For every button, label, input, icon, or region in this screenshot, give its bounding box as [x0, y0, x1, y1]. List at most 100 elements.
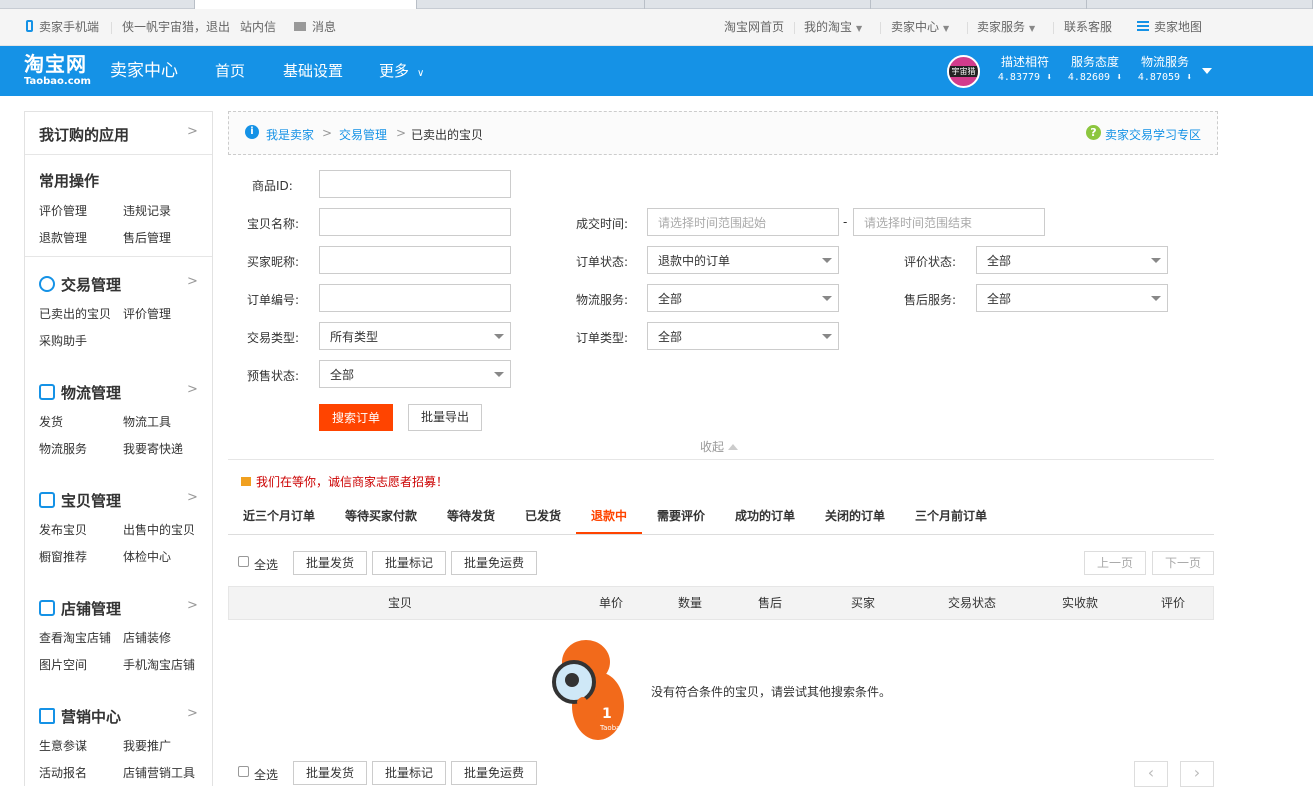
sidebar-apps-title[interactable]: 我订购的应用	[39, 124, 129, 145]
pager-prev-button[interactable]: ‹	[1134, 761, 1168, 787]
sidebar-item-purchase[interactable]: 采购助手	[39, 332, 87, 349]
breadcrumb-trade[interactable]: 交易管理	[339, 126, 387, 143]
select-all-checkbox[interactable]	[238, 556, 249, 567]
sidebar-goods-title[interactable]: 宝贝管理	[39, 490, 121, 511]
pager-next-button[interactable]: ›	[1180, 761, 1214, 787]
prev-page-button[interactable]: 上一页	[1084, 551, 1146, 575]
tab-successful[interactable]: 成功的订单	[735, 498, 795, 534]
nav-basic-settings[interactable]: 基础设置	[283, 46, 343, 96]
chevron-right-icon[interactable]: >	[187, 274, 198, 289]
messages-link[interactable]: 消息	[294, 9, 336, 46]
browser-tab[interactable]	[1087, 0, 1313, 9]
sidebar-item-health-check[interactable]: 体检中心	[123, 548, 171, 565]
breadcrumb-seller[interactable]: 我是卖家	[266, 126, 314, 143]
ratings-dropdown-icon[interactable]	[1202, 68, 1212, 74]
rating-value-row: 4.82609 ⬇	[1060, 70, 1130, 86]
batch-mark-button[interactable]: 批量标记	[372, 551, 446, 575]
sidebar-item-on-sale[interactable]: 出售中的宝贝	[123, 521, 195, 538]
order-no-input[interactable]	[319, 284, 511, 312]
search-orders-button[interactable]: 搜索订单	[319, 404, 393, 431]
chevron-right-icon[interactable]: >	[187, 598, 198, 613]
sidebar-item-decorate[interactable]: 店铺装修	[123, 629, 171, 646]
buyer-nick-input[interactable]	[319, 246, 511, 274]
sidebar-marketing-title[interactable]: 营销中心	[39, 706, 121, 727]
browser-tab[interactable]	[645, 0, 871, 9]
browser-tab[interactable]	[871, 0, 1087, 9]
sidebar-item-business-advisor[interactable]: 生意参谋	[39, 737, 87, 754]
tab-await-payment[interactable]: 等待买家付款	[345, 498, 417, 534]
batch-export-button[interactable]: 批量导出	[408, 404, 482, 431]
sidebar-item-send-express[interactable]: 我要寄快递	[123, 440, 183, 457]
help-zone-link[interactable]: 卖家交易学习专区	[1105, 126, 1201, 143]
my-taobao-menu[interactable]: 我的淘宝 ▼	[804, 9, 862, 46]
browser-tab[interactable]	[0, 0, 195, 9]
trade-type-select[interactable]: 所有类型	[319, 322, 511, 350]
batch-ship-button-bottom[interactable]: 批量发货	[293, 761, 367, 785]
breadcrumb-separator: >	[396, 126, 407, 140]
chevron-right-icon[interactable]: >	[187, 490, 198, 505]
item-name-input[interactable]	[319, 208, 511, 236]
nav-home[interactable]: 首页	[215, 46, 245, 96]
site-map-link[interactable]: 卖家地图	[1137, 9, 1202, 46]
batch-mark-button-bottom[interactable]: 批量标记	[372, 761, 446, 785]
seller-service-menu[interactable]: 卖家服务 ▼	[977, 9, 1035, 46]
after-sale-select[interactable]: 全部	[976, 284, 1168, 312]
batch-free-shipping-button-bottom[interactable]: 批量免运费	[451, 761, 537, 785]
sidebar-item-review-manage[interactable]: 评价管理	[123, 305, 171, 322]
chevron-right-icon[interactable]: >	[187, 706, 198, 721]
sidebar-item-mobile-shop[interactable]: 手机淘宝店铺	[123, 656, 195, 673]
tab-await-shipment[interactable]: 等待发货	[447, 498, 495, 534]
taobao-logo[interactable]: 淘宝网 Taobao.com	[24, 52, 100, 92]
item-id-input[interactable]	[319, 170, 511, 198]
sidebar-item-activity[interactable]: 活动报名	[39, 764, 87, 781]
browser-tab[interactable]	[417, 0, 645, 9]
sidebar-shop-title[interactable]: 店铺管理	[39, 598, 121, 619]
tab-recent-3-months[interactable]: 近三个月订单	[243, 498, 315, 534]
order-status-select[interactable]: 退款中的订单	[647, 246, 839, 274]
presale-select[interactable]: 全部	[319, 360, 511, 388]
tab-closed[interactable]: 关闭的订单	[825, 498, 885, 534]
sidebar-item-marketing-tools[interactable]: 店铺营销工具	[123, 764, 195, 781]
sidebar-item-refunds[interactable]: 退款管理	[39, 229, 87, 246]
sidebar-item-showcase[interactable]: 橱窗推荐	[39, 548, 87, 565]
review-status-select[interactable]: 全部	[976, 246, 1168, 274]
tab-refunding[interactable]: 退款中	[576, 498, 642, 534]
taobao-home-link[interactable]: 淘宝网首页	[724, 9, 784, 46]
logistics-select[interactable]: 全部	[647, 284, 839, 312]
sidebar-item-violations[interactable]: 违规记录	[123, 202, 171, 219]
inbox-link[interactable]: 站内信	[240, 9, 276, 46]
collapse-toggle[interactable]: 收起	[700, 438, 739, 455]
avatar[interactable]: 宇宙猎	[947, 55, 980, 88]
seller-center-menu[interactable]: 卖家中心 ▼	[891, 9, 949, 46]
tab-older[interactable]: 三个月前订单	[915, 498, 987, 534]
sidebar-logistics-title[interactable]: 物流管理	[39, 382, 121, 403]
volunteer-notice[interactable]: 我们在等你，诚信商家志愿者招募！	[241, 473, 448, 490]
sidebar-item-ship[interactable]: 发货	[39, 413, 63, 430]
batch-ship-button[interactable]: 批量发货	[293, 551, 367, 575]
next-page-button[interactable]: 下一页	[1152, 551, 1214, 575]
user-logout-link[interactable]: 侠一帆宇宙猎，退出	[122, 9, 230, 46]
order-type-select[interactable]: 全部	[647, 322, 839, 350]
contact-service-link[interactable]: 联系客服	[1064, 9, 1112, 46]
tab-need-review[interactable]: 需要评价	[657, 498, 705, 534]
sidebar-item-logistics-tools[interactable]: 物流工具	[123, 413, 171, 430]
sidebar-trade-title[interactable]: 交易管理	[39, 274, 121, 295]
time-end-input[interactable]: 请选择时间范围结束	[853, 208, 1045, 236]
nav-more[interactable]: 更多 ∨	[379, 46, 424, 96]
chevron-right-icon[interactable]: >	[187, 124, 198, 139]
select-all-checkbox-bottom[interactable]	[238, 766, 249, 777]
sidebar-item-promote[interactable]: 我要推广	[123, 737, 171, 754]
time-start-input[interactable]: 请选择时间范围起始	[647, 208, 839, 236]
sidebar-item-image-space[interactable]: 图片空间	[39, 656, 87, 673]
batch-free-shipping-button[interactable]: 批量免运费	[451, 551, 537, 575]
sidebar-item-logistics-service[interactable]: 物流服务	[39, 440, 87, 457]
chevron-right-icon[interactable]: >	[187, 382, 198, 397]
sidebar-item-review[interactable]: 评价管理	[39, 202, 87, 219]
mobile-link[interactable]: 卖家手机端	[26, 9, 99, 46]
sidebar-item-aftersale[interactable]: 售后管理	[123, 229, 171, 246]
tab-shipped[interactable]: 已发货	[525, 498, 561, 534]
sidebar-item-view-shop[interactable]: 查看淘宝店铺	[39, 629, 111, 646]
sidebar-item-publish[interactable]: 发布宝贝	[39, 521, 87, 538]
browser-tab-active[interactable]	[195, 0, 417, 9]
sidebar-item-sold[interactable]: 已卖出的宝贝	[39, 305, 111, 322]
